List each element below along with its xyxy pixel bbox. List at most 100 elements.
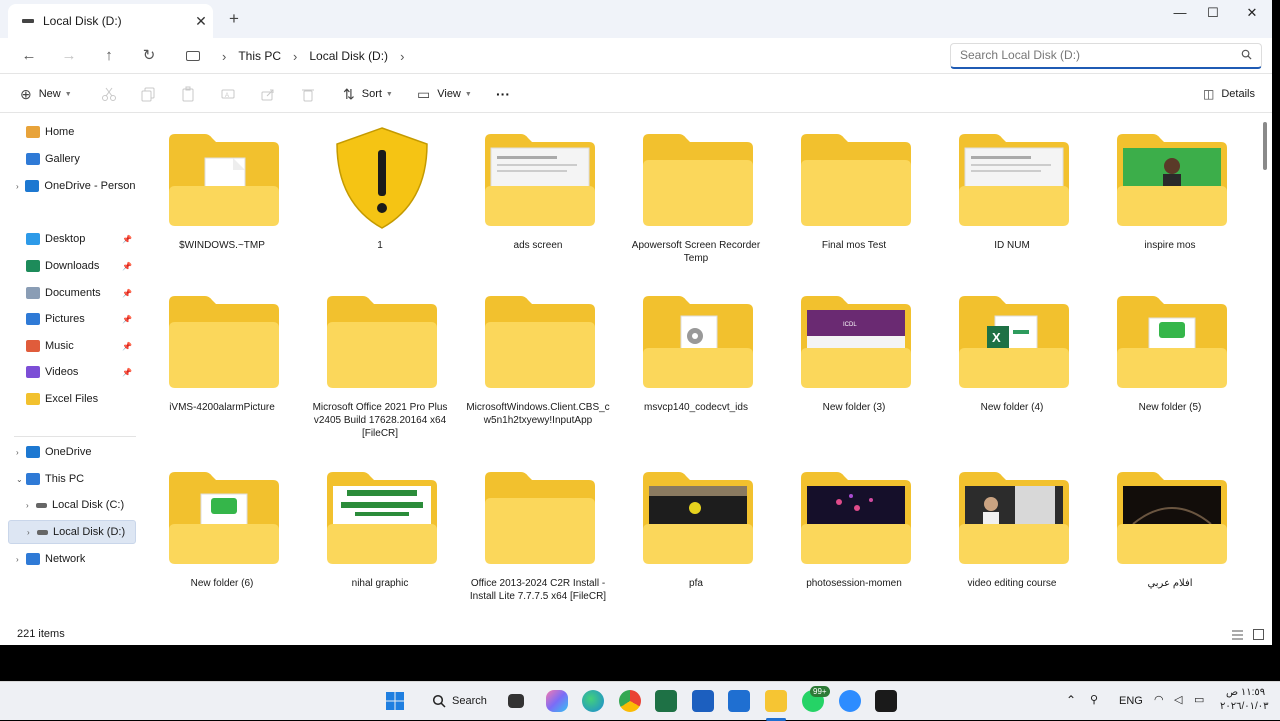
share-icon[interactable]: [260, 86, 276, 102]
folder-item[interactable]: ICDL New folder (3): [775, 276, 933, 436]
back-button[interactable]: ←: [18, 45, 40, 67]
details-button[interactable]: ◫ Details: [1203, 84, 1255, 104]
sidebar-item-desktop[interactable]: Desktop 📌: [8, 227, 136, 251]
language-indicator[interactable]: ENG: [1119, 695, 1143, 707]
sidebar-item-music[interactable]: Music 📌: [8, 334, 136, 358]
capcut-icon[interactable]: [875, 690, 897, 712]
tab-close-button[interactable]: ✕: [189, 13, 213, 30]
videos-icon: [26, 366, 40, 378]
folder-item[interactable]: MicrosoftWindows.Client.CBS_cw5n1h2txyew…: [459, 276, 617, 436]
sidebar-item-documents[interactable]: Documents 📌: [8, 281, 136, 305]
chevron-right-icon[interactable]: ›: [222, 49, 226, 64]
edge-icon[interactable]: [582, 690, 604, 712]
folder-item[interactable]: ads screen: [459, 114, 617, 274]
folder-item[interactable]: pfa: [617, 452, 775, 612]
minimize-button[interactable]: —: [1167, 4, 1193, 22]
folder-item[interactable]: افلام عربي: [1091, 452, 1249, 612]
copilot-icon[interactable]: [546, 690, 568, 712]
clock-date[interactable]: ٢٠٢٦/٠١/٠٣: [1220, 701, 1269, 712]
view-button[interactable]: ▭ View ▼: [417, 84, 472, 104]
network-tray-icon[interactable]: ⚲: [1090, 693, 1098, 706]
chevron-right-icon[interactable]: ›: [27, 528, 37, 537]
folder-item[interactable]: Microsoft Office 2021 Pro Plus v2405 Bui…: [301, 276, 459, 439]
chevron-right-icon[interactable]: ›: [16, 555, 26, 564]
search-box[interactable]: [950, 43, 1262, 69]
sidebar-item-excel-files[interactable]: Excel Files: [8, 387, 136, 411]
up-button[interactable]: ↑: [98, 45, 120, 67]
sidebar-item-local-disk-c[interactable]: › Local Disk (C:): [8, 493, 136, 517]
folder-label: New folder (6): [190, 578, 254, 589]
cut-icon[interactable]: [101, 86, 117, 102]
tiles-view-icon[interactable]: [1253, 629, 1264, 640]
sidebar-item-onedrive[interactable]: › OneDrive: [8, 440, 136, 464]
file-explorer-icon[interactable]: [765, 690, 787, 712]
chevron-right-icon[interactable]: ›: [16, 448, 26, 457]
tab-local-disk-d[interactable]: Local Disk (D:) ✕: [8, 4, 213, 38]
sidebar-item-this-pc[interactable]: ⌄ This PC: [8, 467, 136, 491]
store-icon[interactable]: [692, 690, 714, 712]
see-more-button[interactable]: ···: [496, 84, 510, 104]
folder-item[interactable]: video editing course: [933, 452, 1091, 612]
delete-icon[interactable]: [300, 86, 316, 102]
outlook-icon[interactable]: [728, 690, 750, 712]
folder-item[interactable]: 1: [301, 114, 459, 274]
folder-item[interactable]: ID NUM: [933, 114, 1091, 274]
sidebar-item-label: Documents: [45, 287, 101, 299]
folder-item[interactable]: msvcp140_codecvt_ids: [617, 276, 775, 436]
forward-button[interactable]: →: [58, 45, 80, 67]
clock-time[interactable]: ١١:٥٩ ص: [1226, 687, 1265, 698]
breadcrumb-this-pc[interactable]: This PC: [238, 49, 281, 63]
folder-item[interactable]: nihal graphic: [301, 452, 459, 612]
sort-button[interactable]: ⇅ Sort ▼: [343, 84, 393, 104]
folder-item[interactable]: inspire mos: [1091, 114, 1249, 274]
scrollbar-thumb[interactable]: [1263, 122, 1267, 170]
folder-item[interactable]: photosession-momen: [775, 452, 933, 612]
navigation-pane: Home Gallery › OneDrive - Persona Desktop 📌 Do…: [0, 114, 140, 624]
new-tab-button[interactable]: +: [224, 9, 244, 29]
chevron-right-icon[interactable]: ›: [400, 49, 404, 64]
breadcrumb-local-disk-d[interactable]: Local Disk (D:): [309, 49, 388, 63]
refresh-button[interactable]: ↻: [138, 45, 160, 67]
sidebar-item-gallery[interactable]: Gallery: [8, 147, 136, 171]
sidebar-item-onedrive-persona[interactable]: › OneDrive - Persona: [8, 174, 136, 198]
chevron-up-icon[interactable]: ⌃: [1066, 693, 1076, 707]
new-button[interactable]: ⊕ New ▼: [20, 84, 72, 104]
sidebar-item-local-disk-d[interactable]: › Local Disk (D:): [8, 520, 136, 544]
folder-item[interactable]: Final mos Test: [775, 114, 933, 274]
details-view-icon[interactable]: [1232, 630, 1243, 640]
chevron-right-icon[interactable]: ›: [16, 182, 25, 191]
folder-item[interactable]: iVMS-4200alarmPicture: [143, 276, 301, 436]
zoom-icon[interactable]: [839, 690, 861, 712]
taskbar-search[interactable]: Search: [422, 689, 498, 713]
folder-item[interactable]: New folder (5): [1091, 276, 1249, 436]
maximize-button[interactable]: ☐: [1200, 4, 1226, 22]
battery-icon[interactable]: ▭: [1194, 693, 1204, 706]
sidebar-item-pictures[interactable]: Pictures 📌: [8, 307, 136, 331]
paste-icon[interactable]: [180, 86, 196, 102]
folder-item[interactable]: Office 2013-2024 C2R Install - Install L…: [459, 452, 617, 612]
close-window-button[interactable]: ✕: [1239, 4, 1265, 22]
chevron-right-icon[interactable]: ›: [293, 49, 297, 64]
chevron-down-icon[interactable]: ⌄: [16, 475, 26, 484]
excel-icon[interactable]: [655, 690, 677, 712]
windows-start-icon[interactable]: [384, 690, 406, 712]
rename-icon[interactable]: A: [220, 86, 236, 102]
folder-item[interactable]: Apowersoft Screen Recorder Temp: [617, 114, 775, 274]
new-label: New: [38, 88, 61, 100]
sidebar-item-videos[interactable]: Videos 📌: [8, 360, 136, 384]
task-view-icon[interactable]: [508, 694, 524, 708]
details-pane-icon: ◫: [1203, 87, 1215, 101]
sidebar-item-network[interactable]: › Network: [8, 547, 136, 571]
sidebar-item-downloads[interactable]: Downloads 📌: [8, 254, 136, 278]
chevron-right-icon[interactable]: ›: [26, 501, 36, 510]
volume-icon[interactable]: ◁: [1174, 693, 1182, 706]
chrome-icon[interactable]: [619, 690, 641, 712]
folder-item[interactable]: $WINDOWS.~TMP: [143, 114, 301, 274]
copy-icon[interactable]: [140, 86, 156, 102]
search-input[interactable]: [960, 44, 1230, 66]
sidebar-item-home[interactable]: Home: [8, 120, 136, 144]
wifi-icon[interactable]: ◠: [1154, 693, 1164, 706]
folder-label: ads screen: [513, 240, 563, 251]
folder-item[interactable]: X New folder (4): [933, 276, 1091, 436]
folder-item[interactable]: New folder (6): [143, 452, 301, 612]
